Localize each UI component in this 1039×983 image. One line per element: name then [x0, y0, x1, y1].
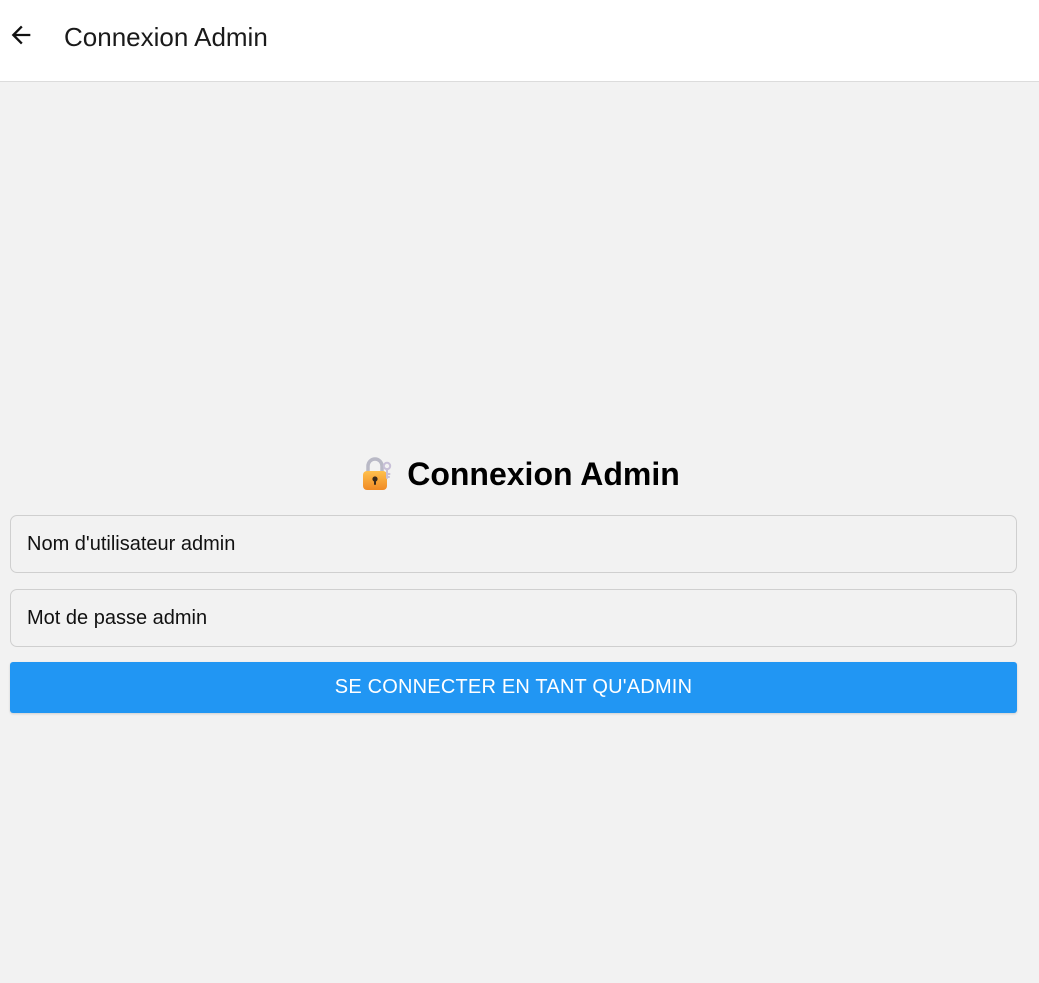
- form-heading: Connexion Admin: [0, 452, 1039, 496]
- username-input[interactable]: [10, 515, 1017, 573]
- admin-login-button[interactable]: SE CONNECTER EN TANT QU'ADMIN: [10, 662, 1017, 713]
- arrow-left-icon: [11, 25, 31, 45]
- app-header: Connexion Admin: [0, 0, 1039, 82]
- login-form-container: Connexion Admin SE CONNECTER EN TANT QU'…: [0, 82, 1039, 983]
- lock-icon: [363, 457, 392, 490]
- page-title: Connexion Admin: [64, 22, 268, 52]
- form-title: Connexion Admin: [407, 455, 680, 492]
- password-input[interactable]: [10, 589, 1017, 647]
- back-button[interactable]: [4, 18, 38, 52]
